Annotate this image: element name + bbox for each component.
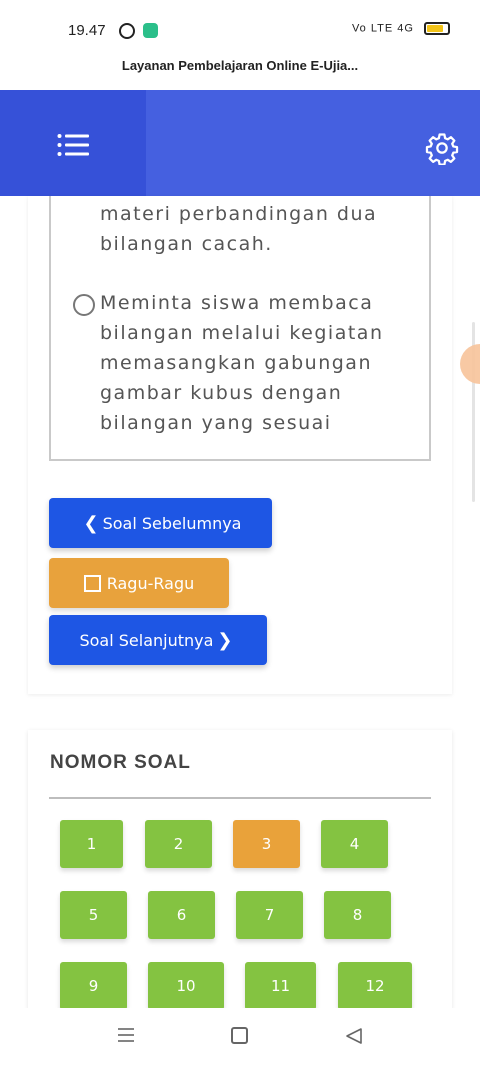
question-number-button[interactable]: 2 — [145, 820, 212, 868]
question-number-button[interactable]: 7 — [236, 891, 303, 939]
question-number-button[interactable]: 12 — [338, 962, 412, 1010]
question-number-button-current[interactable]: 3 — [233, 820, 300, 868]
network-status: Vo LTE 4G — [352, 22, 450, 35]
chevron-left-icon: ❮ — [83, 512, 99, 534]
question-number-button[interactable]: 1 — [60, 820, 123, 868]
whatsapp-icon — [119, 23, 135, 39]
network-label: Vo LTE 4G — [351, 22, 414, 35]
status-time: 19.47 — [68, 22, 106, 39]
question-number-button[interactable]: 10 — [148, 962, 224, 1010]
question-number-button[interactable]: 8 — [324, 891, 391, 939]
checkbox-icon — [83, 574, 101, 592]
battery-icon — [424, 22, 450, 35]
message-icon — [143, 23, 158, 38]
question-number-button[interactable]: 5 — [60, 891, 127, 939]
divider — [49, 797, 431, 799]
list-menu-icon[interactable] — [57, 133, 89, 157]
page-title: Layanan Pembelajaran Online E-Ujia... — [121, 58, 359, 73]
next-question-button[interactable]: Soal Selanjutnya ❯ — [49, 615, 267, 665]
scroll-handle[interactable] — [460, 344, 480, 384]
option-e-text[interactable]: Meminta siswa membaca bilangan melalui k… — [100, 288, 400, 438]
status-bar: 19.47 Vo LTE 4G — [0, 0, 480, 62]
question-number-button[interactable]: 6 — [148, 891, 215, 939]
chevron-right-icon: ❯ — [217, 629, 233, 651]
home-icon[interactable] — [231, 1027, 248, 1044]
question-number-button[interactable]: 4 — [321, 820, 388, 868]
gear-icon[interactable] — [425, 131, 459, 165]
doubt-button[interactable]: Ragu-Ragu — [49, 558, 229, 608]
back-icon[interactable] — [345, 1027, 363, 1045]
next-question-label: Soal Selanjutnya — [79, 630, 214, 650]
option-e-radio[interactable] — [73, 294, 95, 316]
question-number-button[interactable]: 9 — [60, 962, 127, 1010]
previous-question-button[interactable]: ❮ Soal Sebelumnya — [49, 498, 272, 548]
option-d-text[interactable]: materi perbandingan dua bilangan cacah. — [100, 199, 400, 259]
question-number-heading: NOMOR SOAL — [50, 752, 191, 773]
recent-apps-icon[interactable] — [117, 1027, 135, 1043]
question-number-button[interactable]: 11 — [245, 962, 316, 1010]
previous-question-label: Soal Sebelumnya — [102, 513, 242, 533]
doubt-label: Ragu-Ragu — [106, 573, 195, 593]
